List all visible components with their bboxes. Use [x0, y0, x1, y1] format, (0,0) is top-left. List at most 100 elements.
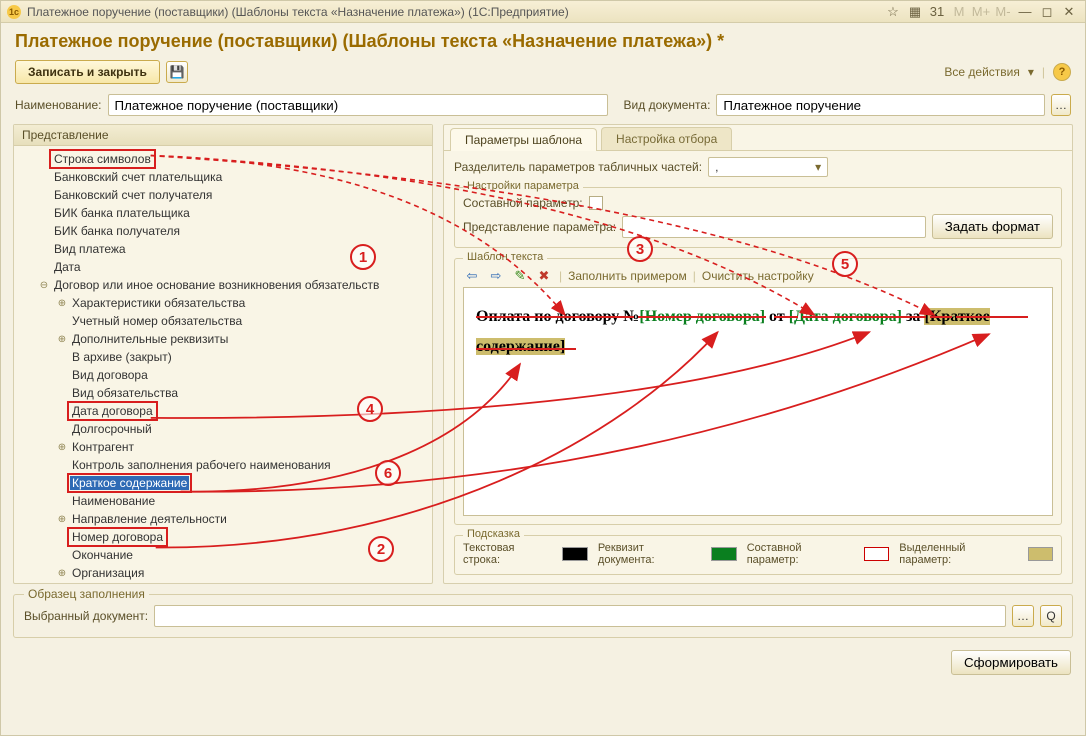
annotation-badge-2: 2 — [368, 536, 394, 562]
titlebar-star-icon[interactable]: ☆ — [883, 4, 903, 20]
expand-icon[interactable]: ⊕ — [56, 442, 68, 453]
swatch-black — [562, 547, 587, 561]
all-actions-link[interactable]: Все действия — [944, 65, 1019, 79]
app-window: 1c Платежное поручение (поставщики) (Шаб… — [0, 0, 1086, 736]
form-button[interactable]: Сформировать — [951, 650, 1071, 675]
tree-row[interactable]: Наименование — [16, 492, 430, 510]
tree-item-label: БИК банка получателя — [52, 224, 182, 238]
titlebar-mplus-icon[interactable]: M+ — [971, 4, 991, 20]
tree-row[interactable]: Учетный номер обязательства — [16, 312, 430, 330]
hint-attr-label: Реквизит документа: — [598, 542, 701, 566]
floppy-icon: 💾 — [169, 65, 184, 79]
tabs: Параметры шаблона Настройка отбора — [444, 125, 1072, 151]
tree-item-label: Дата договора — [70, 404, 155, 418]
tree-item-label: Вид обязательства — [70, 386, 180, 400]
split-dropdown[interactable]: , ▾ — [708, 157, 828, 177]
tree-item-label: Банковский счет получателя — [52, 188, 214, 202]
fill-example-link[interactable]: Заполнить примером — [568, 269, 687, 283]
close-icon[interactable]: ✕ — [1059, 4, 1079, 20]
repr-input[interactable] — [622, 216, 926, 238]
doc-type-label: Вид документа: — [624, 98, 711, 112]
tree-row[interactable]: ⊕Организация — [16, 564, 430, 582]
tree-item-label: Контроль заполнения рабочего наименовани… — [70, 458, 333, 472]
help-icon[interactable]: ? — [1053, 63, 1071, 81]
ellipsis-icon: … — [1017, 609, 1029, 623]
hint-legend: Подсказка — [463, 528, 524, 540]
expand-icon[interactable]: ⊕ — [56, 568, 68, 579]
tree-row[interactable]: Контроль заполнения рабочего наименовани… — [16, 456, 430, 474]
format-button[interactable]: Задать формат — [932, 214, 1053, 239]
hint-compound-label: Составной параметр: — [747, 542, 854, 566]
sample-fieldset: Образец заполнения Выбранный документ: …… — [13, 594, 1073, 638]
tab-filter[interactable]: Настройка отбора — [601, 127, 732, 150]
doc-type-more-button[interactable]: … — [1051, 94, 1071, 116]
sel-doc-more-button[interactable]: … — [1012, 605, 1034, 627]
titlebar-text: Платежное поручение (поставщики) (Шаблон… — [27, 5, 569, 19]
clear-settings-link[interactable]: Очистить настройку — [702, 269, 814, 283]
tree-row[interactable]: ⊖Договор или иное основание возникновени… — [16, 276, 430, 294]
arrow-right-icon[interactable]: ⇨ — [487, 267, 505, 285]
name-row: Наименование: Вид документа: … — [1, 92, 1085, 124]
tree-item-label: В архиве (закрыт) — [70, 350, 174, 364]
tmpl-param-summary-2[interactable]: содержание] — [476, 338, 565, 355]
save-button[interactable]: 💾 — [166, 61, 188, 83]
sel-doc-search-button[interactable]: Q — [1040, 605, 1062, 627]
compound-checkbox[interactable] — [589, 196, 603, 210]
search-icon: Q — [1046, 609, 1055, 623]
titlebar-calc-icon[interactable]: ▦ — [905, 4, 925, 20]
tree-row[interactable]: Долгосрочный — [16, 420, 430, 438]
doc-type-input[interactable] — [716, 94, 1045, 116]
tree-item-label: Вид договора — [70, 368, 150, 382]
maximize-icon[interactable]: ◻ — [1037, 4, 1057, 20]
tree-row[interactable]: Вид договора — [16, 366, 430, 384]
sample-legend: Образец заполнения — [24, 587, 149, 601]
delete-icon[interactable]: ✖ — [535, 267, 553, 285]
tree-item-label: Номер договора — [70, 530, 165, 544]
tree-item-label: Дополнительные реквизиты — [70, 332, 230, 346]
minimize-icon[interactable]: — — [1015, 4, 1035, 20]
header: Платежное поручение (поставщики) (Шаблон… — [1, 23, 1085, 56]
tree-row[interactable]: Банковский счет получателя — [16, 186, 430, 204]
tree-row[interactable]: БИК банка плательщика — [16, 204, 430, 222]
chevron-down-icon: ▾ — [811, 160, 825, 174]
tree-row[interactable]: ⊕Характеристики обязательства — [16, 294, 430, 312]
page-title: Платежное поручение (поставщики) (Шаблон… — [15, 31, 724, 52]
titlebar: 1c Платежное поручение (поставщики) (Шаб… — [1, 1, 1085, 23]
tree-item-label: Учетный номер обязательства — [70, 314, 244, 328]
tree-item-label: Банковский счет плательщика — [52, 170, 224, 184]
ellipsis-icon: … — [1055, 98, 1067, 112]
swatch-green — [711, 547, 736, 561]
tree-item-label: Вид платежа — [52, 242, 128, 256]
tree-row[interactable]: В архиве (закрыт) — [16, 348, 430, 366]
pencil-icon[interactable]: ✎ — [511, 267, 529, 285]
tree-row[interactable]: ⊕Дополнительные реквизиты — [16, 330, 430, 348]
write-and-close-button[interactable]: Записать и закрыть — [15, 60, 160, 84]
swatch-frame — [864, 547, 889, 561]
tree-row[interactable]: Краткое содержание — [16, 474, 430, 492]
tab-params[interactable]: Параметры шаблона — [450, 128, 597, 151]
attribute-tree[interactable]: Строка символов Банковский счет плательщи… — [14, 146, 432, 583]
compound-label: Составной параметр: — [463, 196, 583, 210]
name-input[interactable] — [108, 94, 608, 116]
expand-icon[interactable]: ⊕ — [56, 334, 68, 345]
titlebar-m-icon[interactable]: M — [949, 4, 969, 20]
tree-item-label: Окончание — [70, 548, 135, 562]
tree-row[interactable]: ⊕Направление деятельности — [16, 510, 430, 528]
expand-icon[interactable]: ⊕ — [56, 514, 68, 525]
titlebar-mminus-icon[interactable]: M- — [993, 4, 1013, 20]
titlebar-calendar-icon[interactable]: 31 — [927, 4, 947, 20]
arrow-left-icon[interactable]: ⇦ — [463, 267, 481, 285]
tree-row[interactable]: ⊕Контрагент — [16, 438, 430, 456]
tree-panel-title: Представление — [14, 125, 432, 146]
tree-item-label: Долгосрочный — [70, 422, 154, 436]
sel-doc-input[interactable] — [154, 605, 1006, 627]
expand-icon[interactable]: ⊕ — [56, 298, 68, 309]
tree-row[interactable]: Строка символов — [16, 150, 430, 168]
tree-row[interactable]: Банковский счет плательщика — [16, 168, 430, 186]
tree-row[interactable]: БИК банка получателя — [16, 222, 430, 240]
chevron-down-icon[interactable]: ▾ — [1028, 65, 1034, 79]
tree-item-label: Наименование — [70, 494, 157, 508]
annotation-badge-6: 6 — [375, 460, 401, 486]
template-text-area[interactable]: Оплата по договору №[Номер договора] от … — [463, 287, 1053, 516]
expand-icon[interactable]: ⊖ — [38, 280, 50, 291]
